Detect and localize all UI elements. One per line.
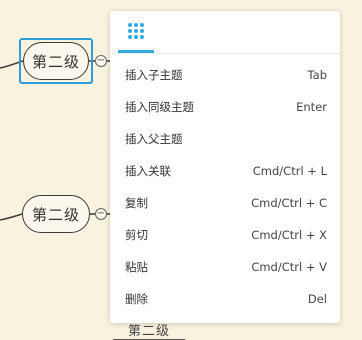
menu-item-shortcut: Tab <box>307 68 327 82</box>
tab-general[interactable] <box>118 11 154 53</box>
collapse-toggle-icon[interactable]: − <box>95 208 107 220</box>
menu-item-label: 插入同级主题 <box>125 100 194 114</box>
topic-node-selected[interactable]: 第二级 <box>23 42 89 80</box>
menu-item-insert-parent[interactable]: 插入父主题 <box>110 123 340 155</box>
menu-item-insert-child[interactable]: 插入子主题 Tab <box>110 59 340 91</box>
menu-item-shortcut: Del <box>307 292 327 306</box>
menu-item-insert-sibling[interactable]: 插入同级主题 Enter <box>110 91 340 123</box>
context-menu: 插入子主题 Tab 插入同级主题 Enter 插入父主题 插入关联 Cmd/Ct… <box>110 11 340 323</box>
topic-label: 第二级 <box>127 324 170 339</box>
menu-item-delete[interactable]: 删除 Del <box>110 283 340 315</box>
menu-item-insert-relation[interactable]: 插入关联 Cmd/Ctrl + L <box>110 155 340 187</box>
menu-item-paste[interactable]: 粘贴 Cmd/Ctrl + V <box>110 251 340 283</box>
menu-item-label: 剪切 <box>125 228 148 242</box>
menu-tab-bar <box>110 11 340 54</box>
menu-item-list: 插入子主题 Tab 插入同级主题 Enter 插入父主题 插入关联 Cmd/Ct… <box>110 59 340 315</box>
menu-item-copy[interactable]: 复制 Cmd/Ctrl + C <box>110 187 340 219</box>
menu-item-label: 插入关联 <box>125 164 171 178</box>
menu-item-shortcut: Cmd/Ctrl + C <box>251 196 327 210</box>
menu-item-label: 删除 <box>125 292 148 306</box>
menu-item-shortcut: Cmd/Ctrl + X <box>251 228 327 242</box>
menu-item-shortcut: Cmd/Ctrl + L <box>252 164 327 178</box>
grid-dots-icon <box>128 22 144 39</box>
topic-label: 第二级 <box>31 205 80 224</box>
menu-item-label: 粘贴 <box>125 260 148 274</box>
menu-item-label: 插入子主题 <box>125 68 183 82</box>
menu-item-label: 复制 <box>125 196 148 210</box>
topic-label: 第二级 <box>31 52 80 71</box>
topic-node-partial[interactable]: 第二级 <box>113 320 185 340</box>
menu-item-shortcut: Cmd/Ctrl + V <box>251 260 327 274</box>
menu-item-label: 插入父主题 <box>125 132 183 146</box>
menu-item-shortcut: Enter <box>296 100 327 114</box>
collapse-toggle-icon[interactable]: − <box>95 55 107 67</box>
menu-item-cut[interactable]: 剪切 Cmd/Ctrl + X <box>110 219 340 251</box>
topic-node[interactable]: 第二级 <box>22 195 90 233</box>
